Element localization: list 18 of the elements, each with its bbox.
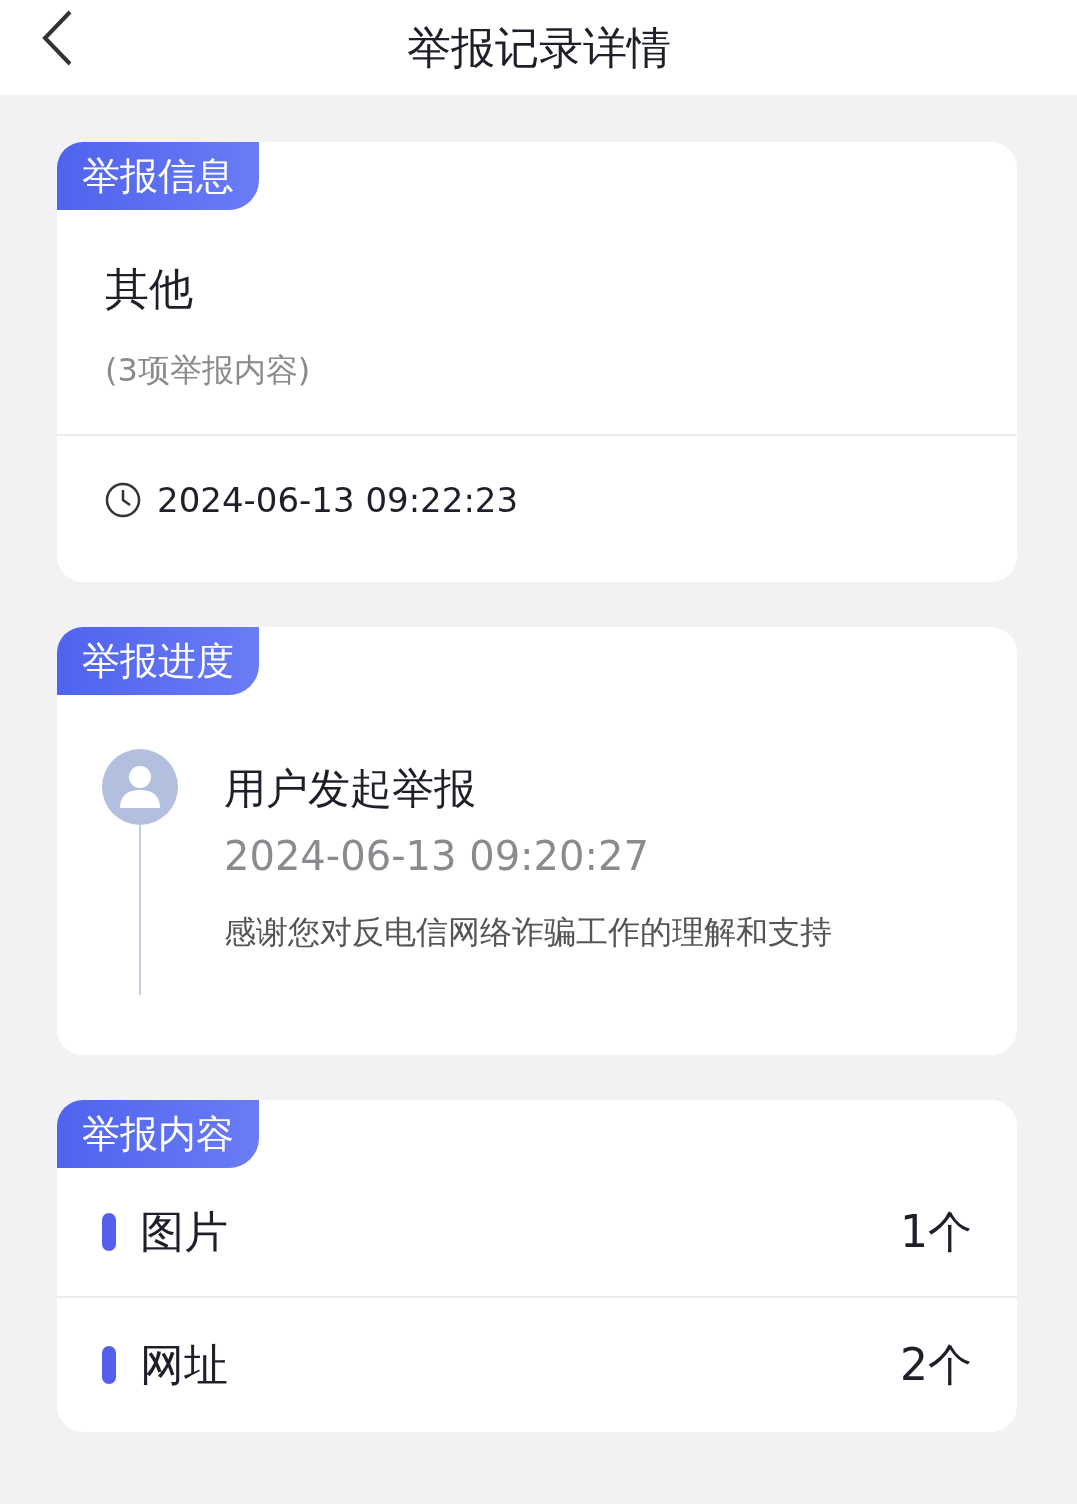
item-label: 图片 (140, 1205, 228, 1259)
report-summary: (3项举报内容) (105, 350, 312, 391)
marker-icon (102, 1213, 116, 1251)
item-label: 网址 (140, 1338, 228, 1392)
marker-icon (102, 1346, 116, 1384)
report-time: 2024-06-13 09:22:23 (157, 478, 519, 522)
step-message: 感谢您对反电信网络诈骗工作的理解和支持 (224, 912, 832, 953)
report-type: 其他 (105, 262, 194, 316)
step-time: 2024-06-13 09:20:27 (224, 832, 650, 881)
item-count: 1个 (900, 1205, 972, 1259)
section-tag: 举报信息 (57, 142, 259, 210)
section-tag: 举报内容 (57, 1100, 259, 1168)
section-tag: 举报进度 (57, 627, 259, 695)
back-button[interactable] (40, 8, 74, 68)
item-count: 2个 (900, 1338, 972, 1392)
step-title: 用户发起举报 (224, 763, 477, 815)
clock-icon (105, 482, 141, 518)
page-title: 举报记录详情 (406, 22, 671, 73)
